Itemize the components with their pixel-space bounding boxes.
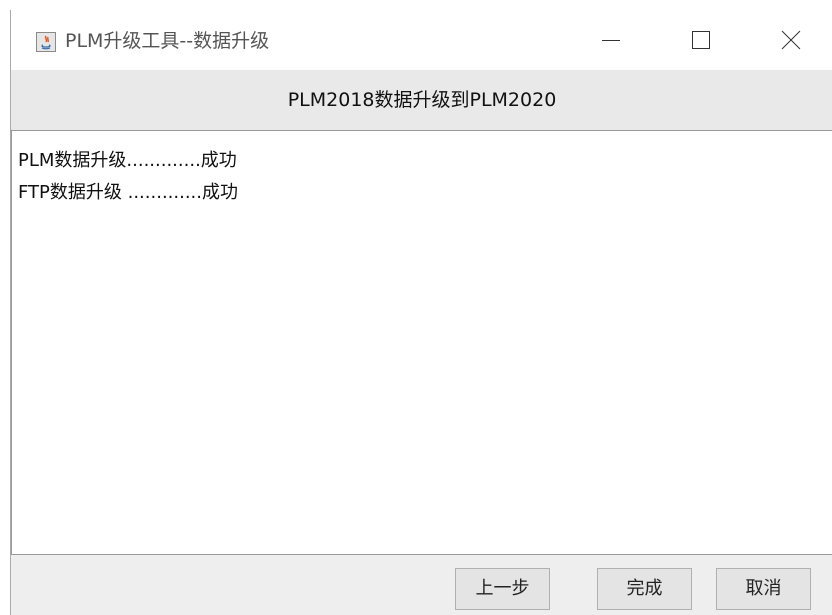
minimize-button[interactable] (566, 10, 656, 70)
log-area[interactable]: PLM数据升级.............成功 FTP数据升级 .........… (11, 130, 832, 555)
close-button[interactable] (746, 10, 832, 70)
log-line-ftp: FTP数据升级 .............成功 (18, 182, 238, 203)
maximize-icon (692, 31, 710, 49)
step-header: PLM2018数据升级到PLM2020 (11, 70, 832, 130)
finish-button[interactable]: 完成 (597, 568, 692, 610)
step-title: PLM2018数据升级到PLM2020 (287, 89, 557, 111)
log-line-plm: PLM数据升级.............成功 (18, 150, 237, 171)
minimize-icon (602, 40, 620, 41)
button-bar: 上一步 完成 取消 (11, 555, 832, 615)
cancel-button[interactable]: 取消 (716, 568, 811, 610)
title-bar: PLM升级工具--数据升级 (11, 10, 832, 70)
maximize-button[interactable] (656, 10, 746, 70)
window-title: PLM升级工具--数据升级 (65, 30, 270, 52)
previous-step-button[interactable]: 上一步 (455, 568, 550, 610)
java-app-icon[interactable] (36, 32, 56, 52)
close-icon (781, 30, 801, 50)
app-window: PLM升级工具--数据升级 PLM2018数据升级到PLM2020 PLM数据升… (10, 10, 832, 615)
